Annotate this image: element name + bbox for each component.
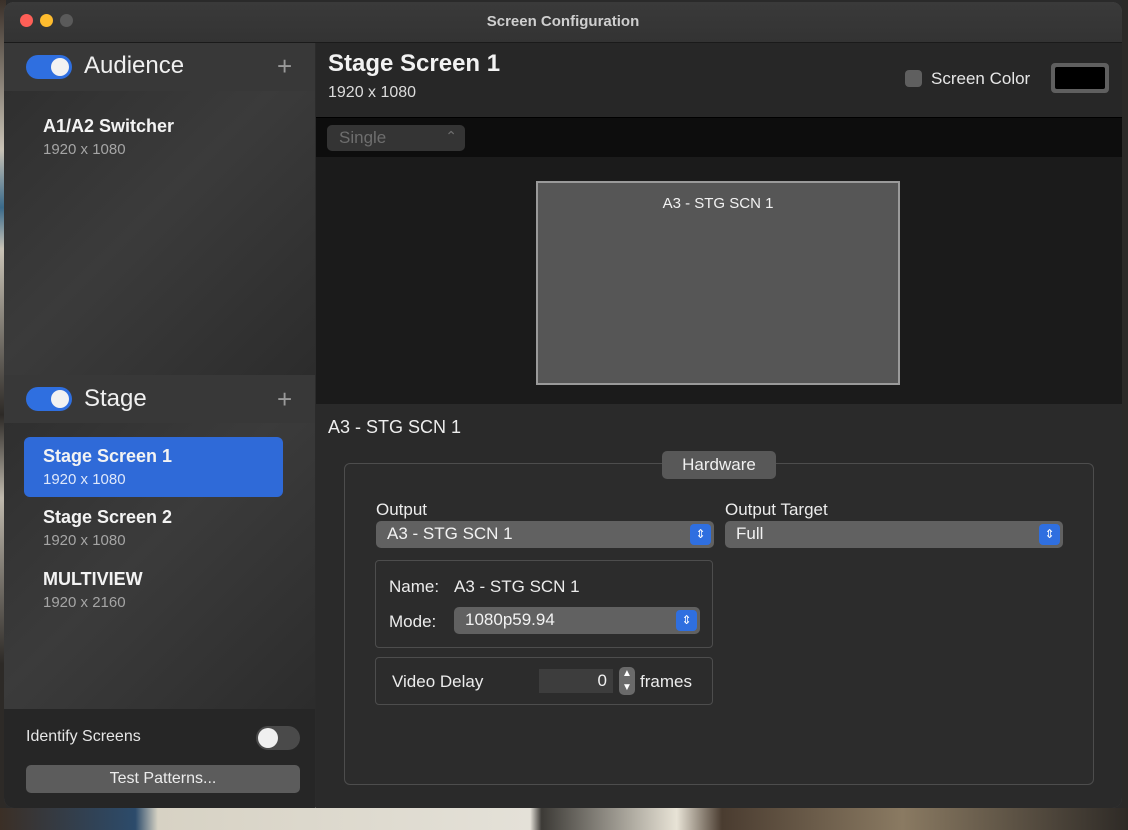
video-delay-value: 0 <box>597 671 607 690</box>
screen-title: Stage Screen 1 <box>328 50 501 77</box>
screen-color-checkbox[interactable] <box>905 70 922 87</box>
layout-select-value: Single <box>339 128 387 147</box>
output-section-label: A3 - STG SCN 1 <box>328 417 462 437</box>
output-popup-value: A3 - STG SCN 1 <box>387 524 513 543</box>
video-delay-box: Video Delay 0 ▲ ▼ frames <box>375 657 713 705</box>
desktop-background-bottom <box>0 808 1128 830</box>
screen-name: A1/A2 Switcher <box>43 116 175 136</box>
add-audience-screen-button[interactable]: + <box>277 53 292 79</box>
mode-popup-value: 1080p59.94 <box>465 610 555 629</box>
sidebar-item-stage-screen-2[interactable]: Stage Screen 2 1920 x 1080 <box>24 498 283 558</box>
name-label: Name: <box>389 577 440 596</box>
add-stage-screen-button[interactable]: + <box>277 386 292 412</box>
sidebar-item-multiview[interactable]: MULTIVIEW 1920 x 2160 <box>24 560 283 620</box>
chevron-updown-icon: ⇕ <box>690 524 711 545</box>
screen-name: Stage Screen 2 <box>43 507 173 527</box>
layout-select[interactable]: Single ⌃ <box>327 125 465 151</box>
screen-color-well[interactable] <box>1051 63 1109 93</box>
name-value: A3 - STG SCN 1 <box>454 577 580 596</box>
main-panel: Stage Screen 1 1920 x 1080 Screen Color … <box>316 43 1122 808</box>
output-target-label: Output Target <box>725 500 828 519</box>
screen-color-swatch <box>1055 67 1105 89</box>
output-target-popup-value: Full <box>736 524 764 543</box>
screen-resolution: 1920 x 1080 <box>43 471 126 488</box>
video-delay-stepper[interactable]: ▲ ▼ <box>619 667 635 695</box>
screen-color-label: Screen Color <box>931 69 1031 88</box>
audience-label: Audience <box>84 52 185 79</box>
screen-preview-area: A3 - STG SCN 1 <box>316 157 1122 404</box>
screen-name: MULTIVIEW <box>43 569 143 589</box>
screen-resolution: 1920 x 1080 <box>43 141 126 158</box>
screen-name: Stage Screen 1 <box>43 446 173 466</box>
identify-screens-label: Identify Screens <box>26 728 141 745</box>
desktop-background-right <box>1122 0 1128 830</box>
sidebar-item-a1-a2-switcher[interactable]: A1/A2 Switcher 1920 x 1080 <box>24 107 283 167</box>
screen-resolution: 1920 x 2160 <box>43 594 126 611</box>
preview-screen-label: A3 - STG SCN 1 <box>662 195 774 212</box>
stage-label: Stage <box>84 385 147 412</box>
output-target-popup[interactable]: Full ⇕ <box>725 521 1063 548</box>
test-patterns-button[interactable]: Test Patterns... <box>26 765 300 793</box>
toggle-knob <box>51 58 69 76</box>
mode-popup[interactable]: 1080p59.94 ⇕ <box>454 607 700 634</box>
output-info-box: Name: A3 - STG SCN 1 Mode: 1080p59.94 ⇕ <box>375 560 713 648</box>
audience-screen-list: A1/A2 Switcher 1920 x 1080 <box>4 91 315 375</box>
chevron-updown-icon: ⇕ <box>1039 524 1060 545</box>
audience-section-header: Audience + <box>4 43 315 91</box>
screen-resolution: 1920 x 1080 <box>43 532 126 549</box>
screen-configuration-window: Screen Configuration Audience + A1/A2 Sw… <box>4 2 1122 808</box>
stage-screen-list: Stage Screen 1 1920 x 1080 Stage Screen … <box>4 423 315 709</box>
screen-preview[interactable]: A3 - STG SCN 1 <box>536 181 900 385</box>
identify-screens-toggle[interactable] <box>256 726 300 750</box>
frames-label: frames <box>640 672 692 691</box>
tab-hardware[interactable]: Hardware <box>662 451 776 479</box>
chevron-updown-icon: ⌃ <box>445 128 457 144</box>
video-delay-label: Video Delay <box>392 672 484 691</box>
chevron-updown-icon: ⇕ <box>676 610 697 631</box>
stage-toggle[interactable] <box>26 387 72 411</box>
screen-header: Stage Screen 1 1920 x 1080 Screen Color <box>316 43 1122 117</box>
screen-resolution: 1920 x 1080 <box>328 84 417 101</box>
title-bar: Screen Configuration <box>4 2 1122 43</box>
window-title: Screen Configuration <box>486 13 640 30</box>
layout-toolbar: Single ⌃ <box>316 117 1122 158</box>
video-delay-input[interactable]: 0 <box>539 669 613 693</box>
output-label: Output <box>376 500 428 519</box>
stage-section-header: Stage + <box>4 375 315 423</box>
output-popup[interactable]: A3 - STG SCN 1 ⇕ <box>376 521 714 548</box>
sidebar-item-stage-screen-1[interactable]: Stage Screen 1 1920 x 1080 <box>24 437 283 497</box>
toggle-knob <box>51 390 69 408</box>
sidebar: Audience + A1/A2 Switcher 1920 x 1080 St… <box>4 43 315 808</box>
mode-label: Mode: <box>389 612 437 631</box>
toggle-knob <box>258 728 278 748</box>
audience-toggle[interactable] <box>26 55 72 79</box>
